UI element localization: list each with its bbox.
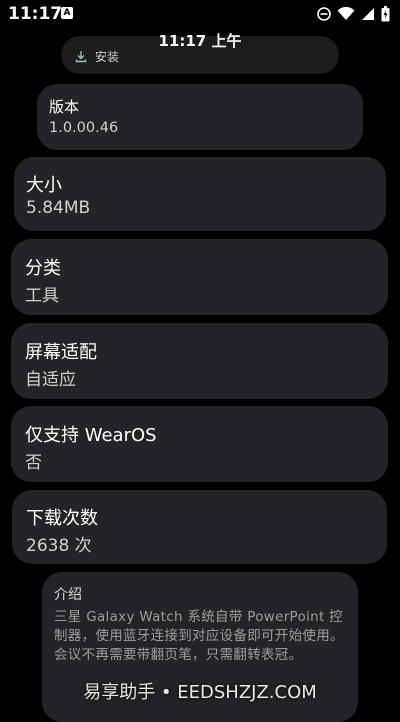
download-icon	[75, 51, 87, 63]
intro-title: 介绍	[54, 587, 82, 603]
downloads-label: 下载次数	[26, 508, 98, 529]
downloads-card: 下载次数 2638 次	[12, 490, 387, 564]
status-time: 11:17	[8, 4, 63, 24]
signal-icon	[362, 8, 374, 20]
screen-adapt-value: 自适应	[25, 370, 76, 390]
screen-adapt-label: 屏幕适配	[25, 342, 97, 363]
downloads-value: 2638 次	[26, 536, 92, 556]
version-card: 版本 1.0.00.46	[37, 84, 363, 150]
category-value: 工具	[25, 286, 59, 306]
do-not-disturb-icon	[317, 7, 331, 21]
battery-icon	[381, 6, 390, 22]
watch-clock: 11:17 上午	[158, 32, 242, 50]
size-value: 5.84MB	[26, 198, 91, 218]
category-card: 分类 工具	[11, 239, 388, 315]
size-label: 大小	[26, 175, 62, 196]
wifi-icon	[337, 7, 355, 20]
wearos-card: 仅支持 WearOS 否	[11, 406, 388, 482]
intro-body: 三星 Galaxy Watch 系统自带 PowerPoint 控制器，使用蓝牙…	[54, 609, 344, 663]
wearos-label: 仅支持 WearOS	[25, 425, 157, 446]
wearos-value: 否	[25, 453, 42, 473]
notification-app-icon: A	[61, 7, 73, 19]
status-bar: 11:17 A	[0, 0, 400, 28]
watermark-text: 易享助手 • EEDSHZJZ.COM	[83, 682, 317, 703]
version-value: 1.0.00.46	[49, 120, 119, 136]
screen-adapt-card: 屏幕适配 自适应	[11, 323, 388, 399]
size-card: 大小 5.84MB	[14, 157, 386, 231]
category-label: 分类	[25, 258, 61, 279]
status-icons	[317, 6, 390, 22]
version-label: 版本	[49, 98, 80, 116]
